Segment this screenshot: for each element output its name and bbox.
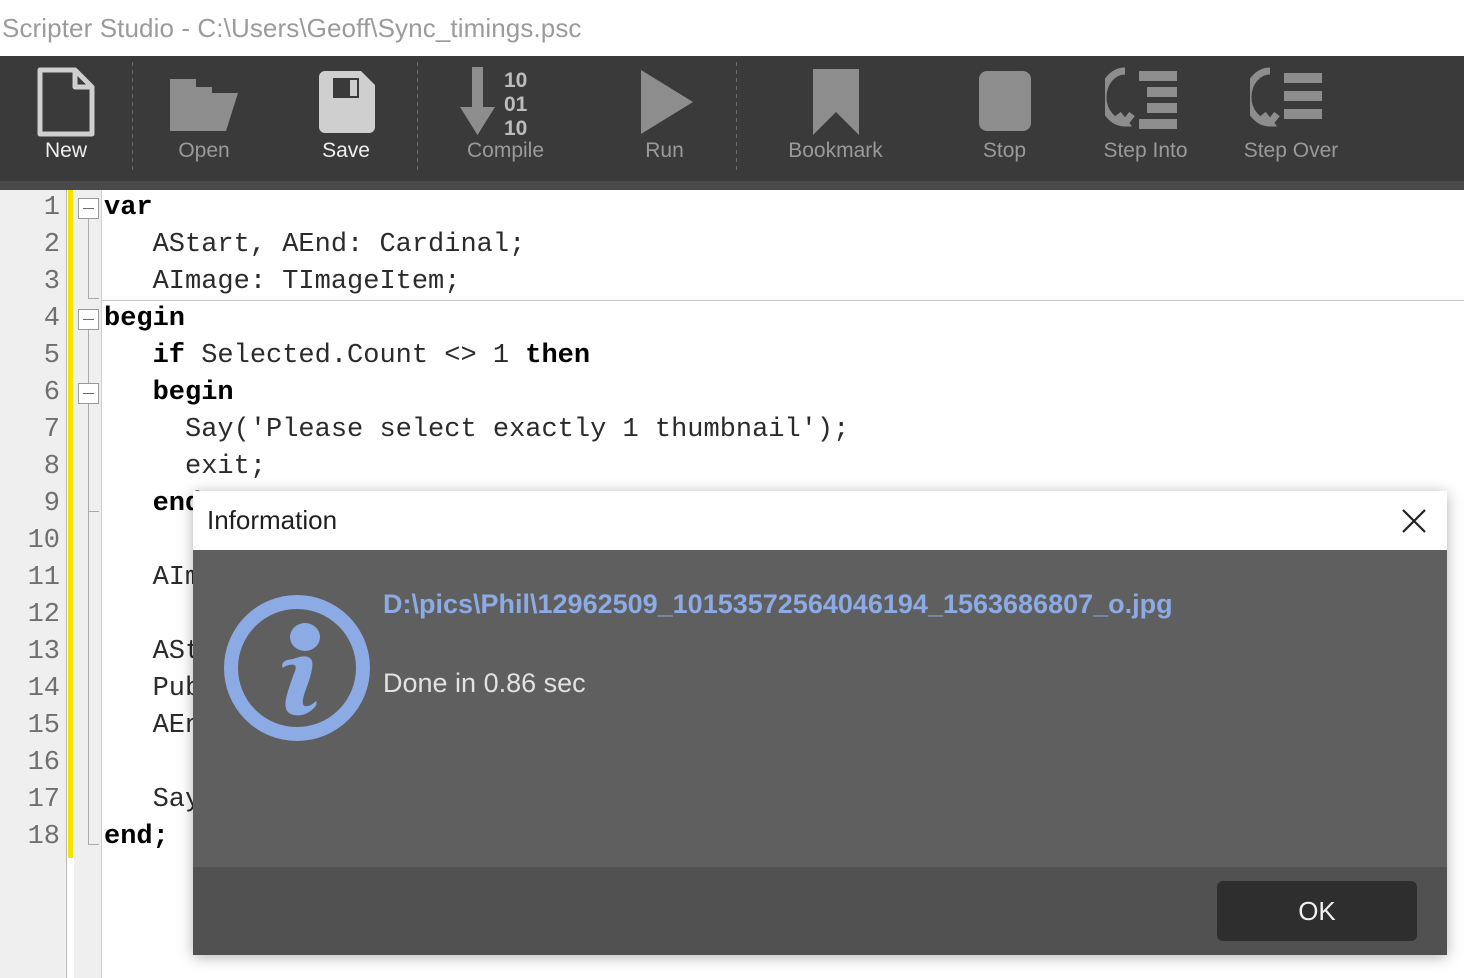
toolbar-label-compile: Compile xyxy=(466,139,545,162)
toolbar-bottom-edge xyxy=(0,181,1464,190)
toolbar-button-compile[interactable]: 10 01 10 Compile xyxy=(418,56,593,181)
scripter-studio-window: Scripter Studio - C:\Users\Geoff\Sync_ti… xyxy=(0,0,1464,978)
toolbar-label-open: Open xyxy=(178,139,230,162)
line-number: 7 xyxy=(43,415,60,445)
window-title: Scripter Studio - C:\Users\Geoff\Sync_ti… xyxy=(2,12,582,43)
svg-text:01: 01 xyxy=(504,93,528,116)
code-line[interactable]: 8 exit; xyxy=(0,449,1464,486)
toolbar-button-step-over[interactable]: Step Over xyxy=(1216,56,1366,181)
code-text: AIm xyxy=(104,563,202,593)
dialog-title: Information xyxy=(207,505,338,535)
toolbar-label-stop: Stop xyxy=(982,139,1027,162)
close-icon[interactable] xyxy=(1381,491,1447,550)
dialog-file-path: D:\pics\Phil\12962509_10153572564046194_… xyxy=(383,589,1173,619)
stop-square-icon xyxy=(975,63,1035,141)
code-text: Say xyxy=(104,785,202,815)
dialog-footer: OK xyxy=(193,867,1447,955)
line-number: 10 xyxy=(27,526,60,556)
information-dialog: Information D:\pics\Phil\12962509_101535… xyxy=(193,491,1447,955)
code-text: exit; xyxy=(104,452,267,482)
code-text: AImage: TImageItem; xyxy=(104,267,461,297)
code-line[interactable]: 2 AStart, AEnd: Cardinal; xyxy=(0,227,1464,264)
code-line[interactable]: 5 if Selected.Count <> 1 then xyxy=(0,338,1464,375)
step-into-icon xyxy=(1104,63,1187,141)
code-text: begin xyxy=(104,304,186,334)
code-text: if Selected.Count <> 1 then xyxy=(152,341,591,371)
code-text: Say('Please select exactly 1 thumbnail')… xyxy=(104,415,850,445)
line-number: 17 xyxy=(27,785,60,815)
code-text: AStart, AEnd: Cardinal; xyxy=(104,230,526,260)
toolbar-label-run: Run xyxy=(645,139,684,162)
line-number: 11 xyxy=(27,563,60,593)
code-line[interactable]: 4 begin xyxy=(0,301,1464,338)
line-number: 12 xyxy=(27,600,60,630)
toolbar-label-step-over: Step Over xyxy=(1243,139,1339,162)
main-toolbar: New Open Save 10 01 10 Compile Run Bookm… xyxy=(0,56,1464,181)
code-line[interactable]: 3 AImage: TImageItem; xyxy=(0,264,1464,301)
line-number: 8 xyxy=(43,452,60,482)
line-number: 16 xyxy=(27,748,60,778)
dialog-message: Done in 0.86 sec xyxy=(383,667,586,698)
line-number: 18 xyxy=(27,822,60,852)
line-number: 4 xyxy=(43,304,60,334)
line-number: 5 xyxy=(43,341,60,371)
code-text: ASt xyxy=(104,637,202,667)
toolbar-label-step-into: Step Into xyxy=(1103,139,1188,162)
code-text: end; xyxy=(104,822,169,852)
step-over-icon xyxy=(1250,63,1332,141)
line-number: 15 xyxy=(27,711,60,741)
play-triangle-icon xyxy=(633,63,697,141)
toolbar-label-bookmark: Bookmark xyxy=(788,139,883,162)
line-number: 1 xyxy=(43,193,60,223)
bookmark-icon xyxy=(807,63,865,141)
line-number: 9 xyxy=(43,489,60,519)
toolbar-button-run[interactable]: Run xyxy=(593,56,736,181)
toolbar-button-new[interactable]: New xyxy=(0,56,132,181)
svg-text:10: 10 xyxy=(504,69,527,92)
toolbar-button-open[interactable]: Open xyxy=(133,56,275,181)
ok-button[interactable]: OK xyxy=(1217,881,1417,941)
dialog-text-block: D:\pics\Phil\12962509_10153572564046194_… xyxy=(375,580,1173,867)
floppy-disk-icon xyxy=(313,63,379,141)
toolbar-button-stop[interactable]: Stop xyxy=(934,56,1075,181)
toolbar-label-save: Save xyxy=(322,139,370,162)
code-line[interactable]: 6 begin xyxy=(0,375,1464,412)
toolbar-label-new: New xyxy=(44,139,87,162)
line-number: 3 xyxy=(43,267,60,297)
toolbar-button-save[interactable]: Save xyxy=(275,56,417,181)
code-line[interactable]: 1 var xyxy=(0,190,1464,227)
line-number: 2 xyxy=(43,230,60,260)
information-circle-icon xyxy=(219,580,375,867)
svg-text:10: 10 xyxy=(504,117,527,139)
code-text: begin xyxy=(152,378,234,408)
line-number: 13 xyxy=(27,637,60,667)
line-number: 6 xyxy=(43,378,60,408)
code-line[interactable]: 7 Say('Please select exactly 1 thumbnail… xyxy=(0,412,1464,449)
code-text: var xyxy=(104,193,153,223)
code-text: Pub xyxy=(104,674,202,704)
dialog-body: D:\pics\Phil\12962509_10153572564046194_… xyxy=(193,550,1447,867)
compile-binary-arrow-icon: 10 01 10 xyxy=(456,63,556,141)
open-folder-icon xyxy=(166,63,242,141)
toolbar-button-step-into[interactable]: Step Into xyxy=(1075,56,1216,181)
new-document-icon xyxy=(35,63,97,141)
toolbar-button-bookmark[interactable]: Bookmark xyxy=(737,56,934,181)
line-number: 14 xyxy=(27,674,60,704)
dialog-title-bar: Information xyxy=(193,491,1447,550)
code-text: AEn xyxy=(104,711,202,741)
title-bar: Scripter Studio - C:\Users\Geoff\Sync_ti… xyxy=(0,0,1464,56)
